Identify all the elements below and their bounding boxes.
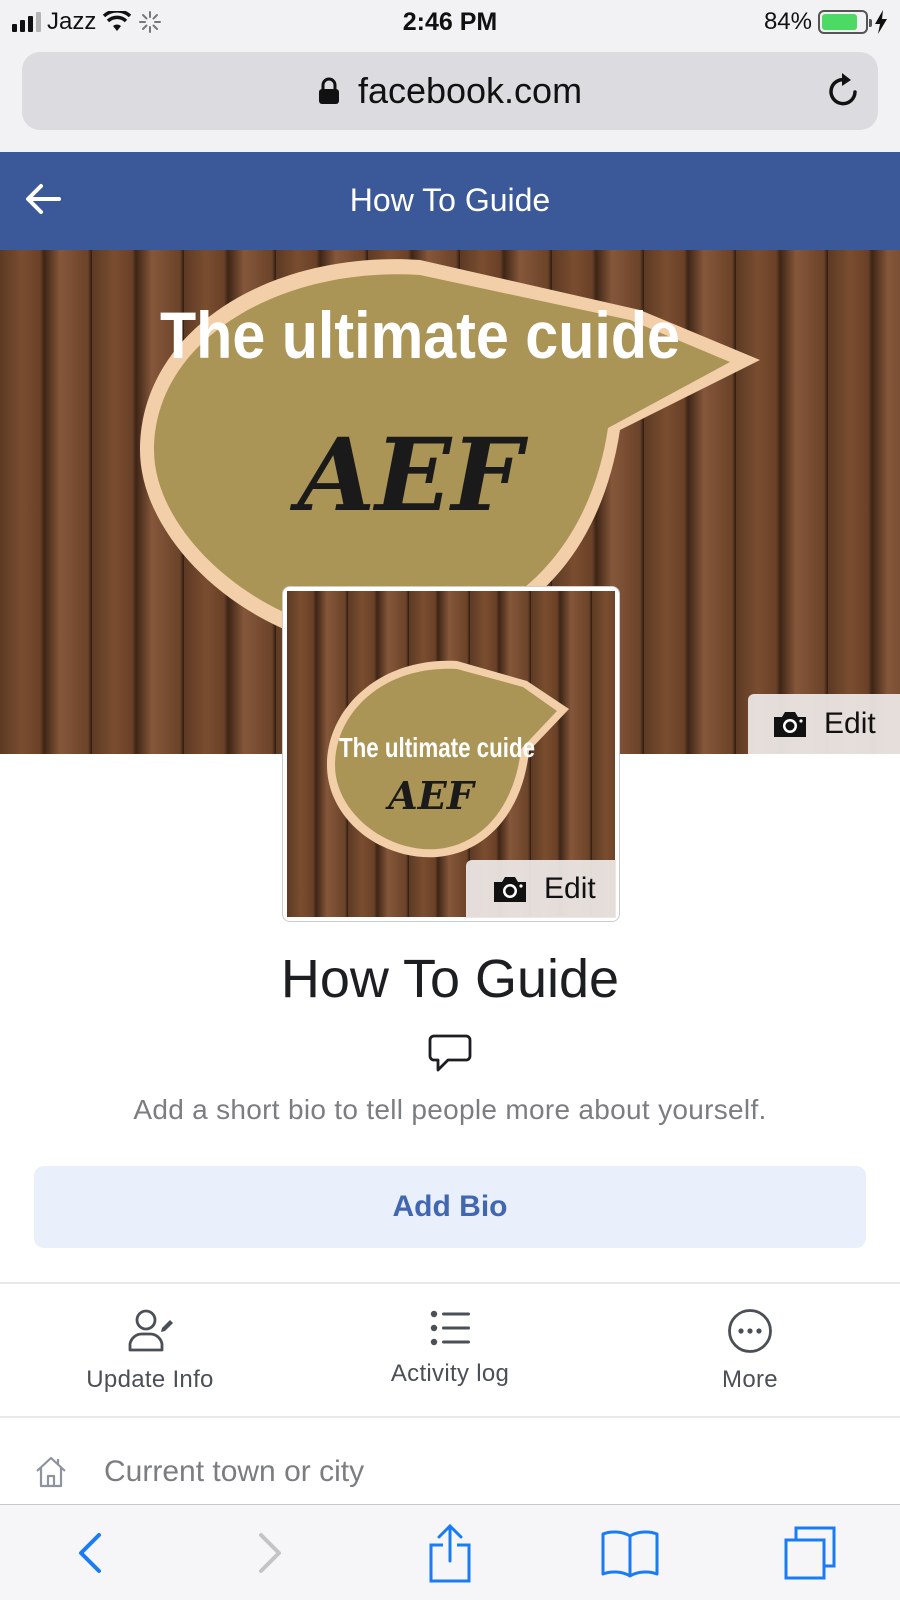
reload-icon[interactable]	[824, 70, 862, 110]
share-button[interactable]	[410, 1513, 490, 1593]
browser-toolbar	[0, 1504, 900, 1600]
tabs-icon	[784, 1526, 836, 1579]
bookmarks-button[interactable]	[590, 1513, 670, 1593]
url-wrap: facebook.com	[22, 52, 878, 130]
add-bio-button[interactable]: Add Bio	[34, 1166, 866, 1248]
url-text[interactable]: facebook.com	[358, 70, 582, 112]
browser-forward-button[interactable]	[230, 1513, 310, 1593]
activity-log-label: Activity log	[390, 1360, 510, 1387]
profile-logo-line2: AEF	[385, 773, 476, 818]
bookmarks-icon	[601, 1529, 659, 1577]
bio-prompt: Add a short bio to tell people more abou…	[133, 1094, 767, 1125]
person-edit-icon	[128, 1309, 173, 1352]
profile-logo-line1: The ultimate cuide	[339, 732, 535, 763]
cover-logo-line1: The ultimate cuide	[160, 298, 680, 372]
status-right: 84%	[764, 8, 888, 36]
back-icon	[79, 1532, 101, 1573]
divider	[0, 1416, 900, 1418]
activity-log-button[interactable]: Activity log	[300, 1286, 600, 1416]
battery-icon	[818, 10, 872, 34]
home-icon	[36, 1456, 66, 1488]
profile-edit-label: Edit	[544, 872, 596, 905]
more-label: More	[722, 1366, 778, 1393]
browser-top: facebook.com	[0, 44, 900, 152]
cover-logo-line2: AEF	[290, 416, 529, 534]
share-icon	[429, 1523, 471, 1582]
battery-level	[822, 14, 858, 30]
current-town-placeholder: Current town or city	[104, 1455, 365, 1488]
list-icon	[430, 1310, 470, 1346]
divider	[0, 1282, 900, 1284]
profile-actions: Update Info Activity log More	[0, 1286, 900, 1416]
camera-icon	[494, 877, 526, 902]
update-info-button[interactable]: Update Info	[0, 1286, 300, 1416]
tabs-button[interactable]	[770, 1513, 850, 1593]
current-town-row[interactable]: Current town or city	[0, 1444, 900, 1500]
address-bar[interactable]: facebook.com	[22, 52, 878, 130]
cover-edit-label: Edit	[824, 707, 876, 740]
cover-edit-button[interactable]: Edit	[748, 694, 900, 754]
more-button[interactable]: More	[600, 1286, 900, 1416]
browser-back-button[interactable]	[50, 1513, 130, 1593]
charging-bolt-icon	[875, 10, 887, 34]
camera-icon	[774, 712, 806, 737]
speech-bubble-icon	[428, 1034, 472, 1072]
more-circle-icon	[728, 1309, 772, 1353]
profile-name: How To Guide	[280, 949, 620, 1009]
lock-icon	[318, 77, 339, 104]
update-info-label: Update Info	[86, 1366, 214, 1393]
battery-percent: 84%	[763, 8, 812, 35]
forward-icon	[259, 1532, 281, 1573]
status-bar: Jazz 2:46 PM 84%	[0, 0, 900, 44]
profile-edit-button[interactable]: Edit	[466, 860, 616, 918]
header-title: How To Guide	[349, 182, 551, 218]
page-header: How To Guide	[0, 152, 900, 250]
